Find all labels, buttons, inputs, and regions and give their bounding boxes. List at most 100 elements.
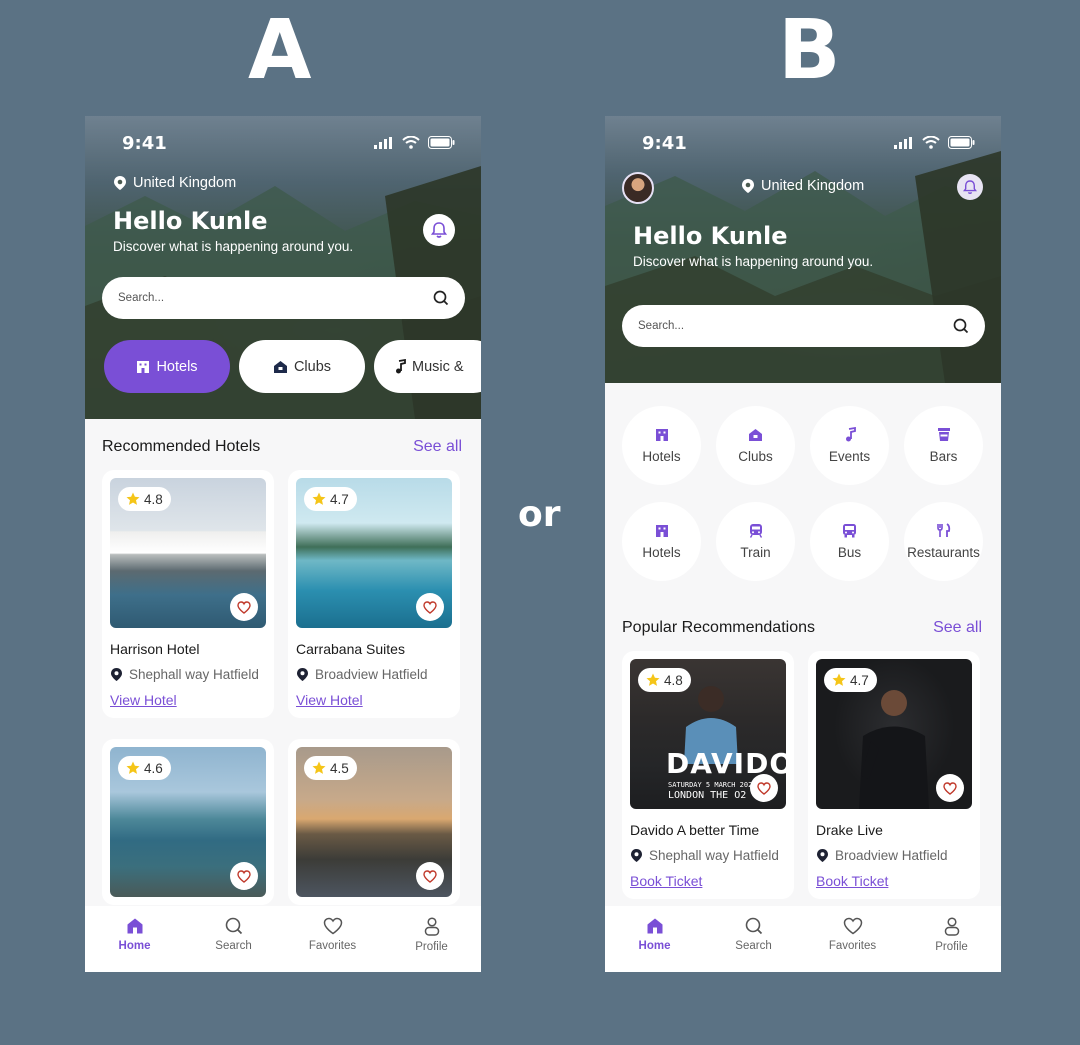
tab-search[interactable]: Search [184,906,283,972]
poster-date: SATURDAY 5 MARCH 2022 [668,781,757,789]
bottom-tab-bar: Home Search Favorites Profile [85,906,481,972]
fork-knife-icon [937,523,951,537]
tab-profile[interactable]: Profile [902,906,1001,972]
search-input[interactable]: Search... [638,320,953,332]
favorite-button[interactable] [936,774,964,802]
favorite-button[interactable] [416,593,444,621]
favorite-button[interactable] [750,774,778,802]
chip-hotels-label: Hotels [156,358,198,375]
category-bars[interactable]: Bars [904,406,983,485]
event-image: 4.7 [816,659,972,809]
hotel-card[interactable]: 4.5 [288,739,460,905]
category-label: Hotels [642,544,681,560]
category-clubs[interactable]: Clubs [716,406,795,485]
view-hotel-link[interactable]: View Hotel [110,692,177,708]
or-label: or [518,494,561,535]
heart-icon [237,600,251,614]
event-location: Shephall way Hatfield [630,848,786,863]
event-name: Davido A better Time [630,822,760,838]
see-all-link[interactable]: See all [933,619,982,637]
tab-favorites[interactable]: Favorites [803,906,902,972]
tab-home-label: Home [638,940,671,952]
bus-icon [843,524,856,538]
search-icon[interactable] [433,290,449,306]
search-bar[interactable]: Search... [102,277,465,319]
location-selector[interactable]: United Kingdom [741,178,864,194]
search-input[interactable]: Search... [118,292,433,304]
cup-icon [937,428,950,441]
event-card[interactable]: DAVIDO SATURDAY 5 MARCH 2022 LONDON THE … [622,651,794,899]
view-hotel-link[interactable]: View Hotel [296,692,363,708]
music-note-icon [845,427,856,442]
location-selector[interactable]: United Kingdom [113,175,236,191]
notifications-button[interactable] [423,214,455,246]
category-train[interactable]: Train [716,502,795,581]
event-card[interactable]: 4.7 Drake Live Broadview Hatfield Book T… [808,651,980,899]
chip-hotels[interactable]: Hotels [104,340,230,393]
greeting-title: Hello Kunle [113,207,268,235]
category-label: Hotels [642,448,681,464]
chip-music[interactable]: Music & [374,340,481,393]
variant-a-label: A [248,3,312,98]
location-pin-icon [742,179,754,193]
category-restaurants[interactable]: Restaurants [904,502,983,581]
profile-icon [424,917,439,936]
tab-favorites[interactable]: Favorites [283,906,382,972]
tab-profile-label: Profile [935,941,968,953]
bottom-tab-bar: Home Search Favorites Profile [605,906,1001,972]
event-location: Broadview Hatfield [816,848,972,863]
tab-home-label: Home [118,940,151,952]
category-hotels[interactable]: Hotels [622,406,701,485]
rating-badge: 4.8 [118,487,171,511]
club-icon [273,360,287,373]
rating-value: 4.8 [144,491,163,507]
location-pin-icon [297,668,308,681]
search-bar[interactable]: Search... [622,305,985,347]
star-icon [832,673,846,686]
hotel-card[interactable]: 4.7 Carrabana Suites Broadview Hatfield … [288,470,460,718]
hero-header: 9:41 United Kingdom Hello Kunle Discover… [85,116,481,419]
tab-search[interactable]: Search [704,906,803,972]
rating-badge: 4.7 [304,487,357,511]
heart-icon [423,600,437,614]
hotel-card[interactable]: 4.8 Harrison Hotel Shephall way Hatfield… [102,470,274,718]
star-icon [646,673,660,686]
category-events[interactable]: Events [810,406,889,485]
category-label: Train [740,545,771,560]
avatar[interactable] [622,172,654,204]
hotel-card[interactable]: 4.6 [102,739,274,905]
wifi-icon [922,136,940,149]
hotel-location: Shephall way Hatfield [110,667,266,682]
hotel-icon [137,360,150,373]
status-icons [374,136,455,149]
tab-home[interactable]: Home [85,906,184,972]
tab-profile-label: Profile [415,941,448,953]
category-bus[interactable]: Bus [810,502,889,581]
greeting-subtitle: Discover what is happening around you. [633,254,874,269]
see-all-link[interactable]: See all [413,438,462,456]
favorite-button[interactable] [230,862,258,890]
category-label: Events [828,449,871,464]
heart-icon [323,917,342,935]
tab-favorites-label: Favorites [308,940,357,952]
rating-badge: 4.8 [638,668,691,692]
rating-value: 4.7 [330,491,349,507]
section-title: Popular Recommendations [622,619,815,636]
rating-value: 4.7 [850,672,869,688]
search-icon[interactable] [953,318,969,334]
section-header: Recommended Hotels See all [102,438,462,456]
section-title: Recommended Hotels [102,438,261,455]
star-icon [312,492,326,505]
location-label: United Kingdom [761,178,865,194]
phone-variant-b: 9:41 United Kingdom Hello Kunle Discover… [605,116,1001,972]
event-location-label: Broadview Hatfield [835,848,948,863]
tab-home[interactable]: Home [605,906,704,972]
chip-clubs[interactable]: Clubs [239,340,365,393]
tab-profile[interactable]: Profile [382,906,481,972]
book-ticket-link[interactable]: Book Ticket [816,873,888,889]
favorite-button[interactable] [230,593,258,621]
book-ticket-link[interactable]: Book Ticket [630,873,702,889]
category-hotels-2[interactable]: Hotels [622,502,701,581]
favorite-button[interactable] [416,862,444,890]
notifications-button[interactable] [957,174,983,200]
